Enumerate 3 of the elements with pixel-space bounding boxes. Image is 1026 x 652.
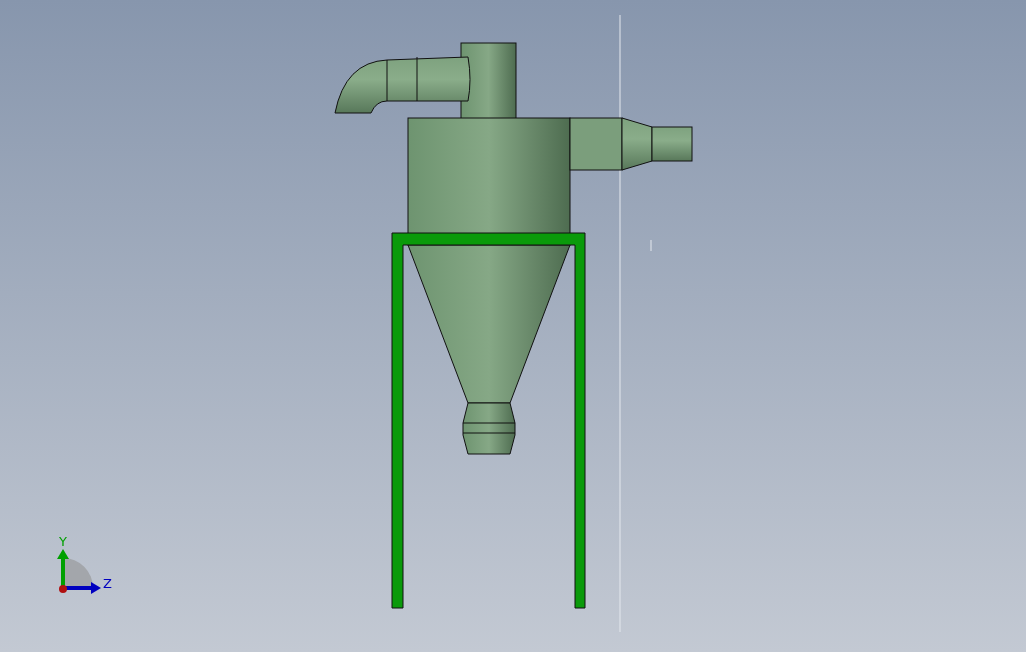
axis-label: Z (103, 576, 112, 591)
axis-label: Y (59, 534, 67, 549)
axis-triad-drawing (57, 549, 101, 594)
